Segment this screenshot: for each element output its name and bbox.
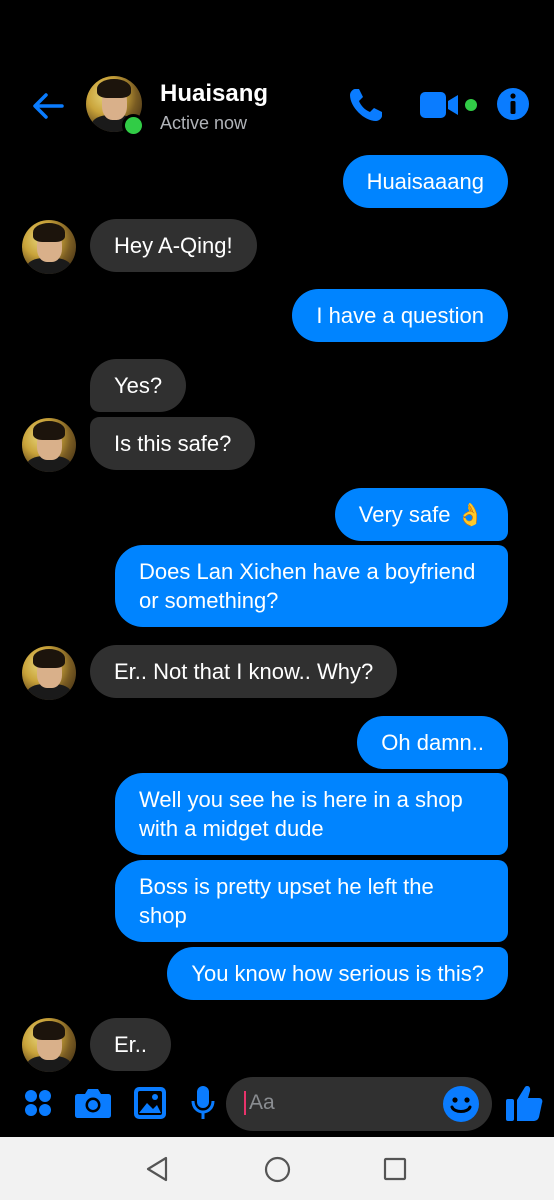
message-outgoing[interactable]: Very safe 👌 bbox=[334, 488, 508, 541]
message-incoming[interactable]: Is this safe? bbox=[90, 417, 256, 470]
contact-name[interactable]: Huaisang bbox=[160, 80, 268, 108]
nav-home-icon[interactable] bbox=[264, 1156, 291, 1183]
message-incoming[interactable]: Er.. Not that I know.. Why? bbox=[90, 645, 398, 698]
menu-dots-icon[interactable] bbox=[22, 1087, 54, 1119]
phone-icon[interactable] bbox=[346, 85, 386, 125]
avatar[interactable] bbox=[22, 418, 76, 472]
message-incoming[interactable]: Er.. bbox=[90, 1018, 172, 1071]
message-outgoing[interactable]: Oh damn.. bbox=[357, 716, 508, 769]
message-outgoing[interactable]: Huaisaaang bbox=[342, 155, 508, 208]
nav-back-icon[interactable] bbox=[144, 1156, 170, 1182]
message-outgoing[interactable]: Does Lan Xichen have a boyfriend or some… bbox=[115, 545, 508, 627]
video-icon[interactable] bbox=[418, 88, 480, 124]
message-outgoing[interactable]: Boss is pretty upset he left the shop bbox=[115, 860, 508, 942]
camera-icon[interactable] bbox=[74, 1087, 112, 1119]
message-outgoing[interactable]: Well you see he is here in a shop with a… bbox=[115, 773, 508, 855]
online-status-dot bbox=[122, 114, 145, 137]
avatar[interactable] bbox=[22, 220, 76, 274]
system-navigation-bar bbox=[0, 1137, 554, 1200]
avatar[interactable] bbox=[22, 646, 76, 700]
message-incoming[interactable]: Yes? bbox=[90, 359, 187, 412]
info-icon[interactable] bbox=[496, 87, 530, 121]
microphone-icon[interactable] bbox=[190, 1085, 216, 1121]
nav-recents-icon[interactable] bbox=[383, 1157, 407, 1181]
gallery-icon[interactable] bbox=[133, 1086, 167, 1120]
back-arrow-icon[interactable] bbox=[28, 86, 68, 126]
message-outgoing[interactable]: You know how serious is this? bbox=[167, 947, 508, 1000]
active-status: Active now bbox=[160, 113, 248, 133]
chat-header: Huaisang Active now bbox=[0, 60, 554, 160]
like-icon[interactable] bbox=[504, 1083, 544, 1123]
message-input-placeholder: Aa bbox=[244, 1091, 275, 1115]
message-input[interactable]: Aa bbox=[226, 1077, 492, 1131]
emoji-icon[interactable] bbox=[442, 1085, 480, 1123]
composer-bar: Aa bbox=[0, 1075, 554, 1137]
message-outgoing[interactable]: I have a question bbox=[292, 289, 508, 342]
message-incoming[interactable]: Hey A-Qing! bbox=[90, 219, 257, 272]
avatar[interactable] bbox=[22, 1018, 76, 1072]
